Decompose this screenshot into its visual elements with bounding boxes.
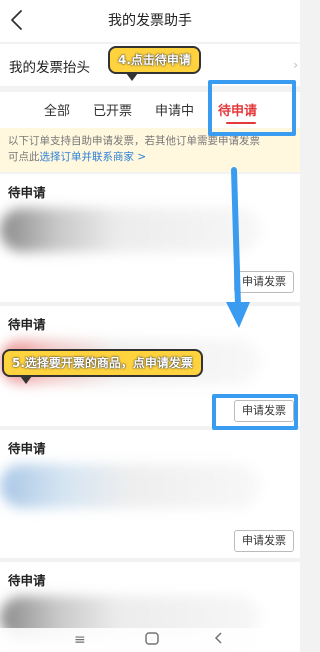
tutorial-arrow — [226, 167, 250, 328]
tutorial-callout-step4: 4.点击待申请 — [108, 46, 201, 81]
tutorial-callout-step5: 5.选择要开票的商品，点申请发票 — [2, 349, 203, 384]
